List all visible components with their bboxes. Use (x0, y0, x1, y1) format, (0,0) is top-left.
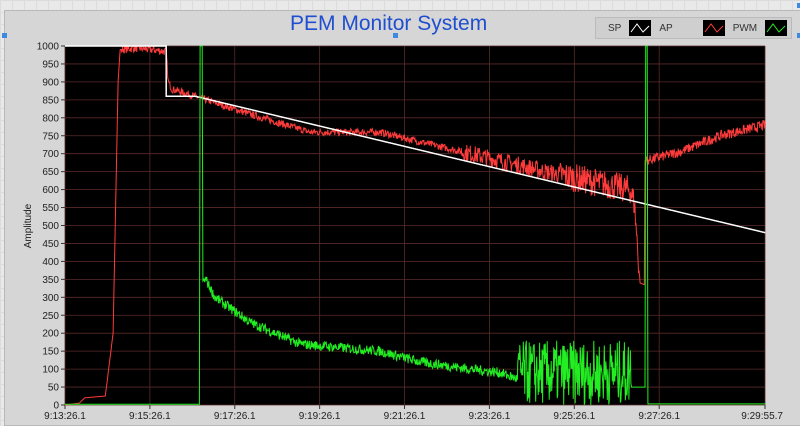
y-tick-label: 550 (42, 203, 59, 214)
y-tick-label: 850 (42, 95, 59, 106)
x-tick-label: 9:25:26.1 (553, 411, 595, 422)
y-tick-label: 950 (42, 59, 59, 70)
plot-area: 0 50 100 150 200 250 300 350 400 450 500 550 600 650 7… (23, 42, 783, 423)
y-tick-label: 0 (53, 401, 59, 412)
y-tick-label: 250 (42, 311, 59, 322)
y-tick-label: 1000 (37, 42, 60, 53)
y-tick-label: 50 (48, 383, 60, 394)
y-tick-label: 900 (42, 77, 59, 88)
y-tick-label: 150 (42, 347, 59, 358)
y-tick-label: 350 (42, 275, 59, 286)
y-tick-label: 750 (42, 131, 59, 142)
y-tick-label: 500 (42, 221, 59, 232)
x-tick-label: 9:29:55.7 (741, 411, 783, 422)
x-tick-label: 9:19:26.1 (299, 411, 341, 422)
y-tick-label: 200 (42, 329, 59, 340)
y-tick-label: 800 (42, 113, 59, 124)
y-tick-label: 700 (42, 149, 59, 160)
y-tick-label: 300 (42, 293, 59, 304)
y-tick-label: 100 (42, 365, 59, 376)
x-tick-label: 9:23:26.1 (469, 411, 511, 422)
x-tick-label: 9:21:26.1 (384, 411, 426, 422)
y-tick-label: 400 (42, 257, 59, 268)
x-tick-label: 9:15:26.1 (129, 411, 171, 422)
y-axis-label: Amplitude (23, 203, 34, 248)
x-tick-label: 9:13:26.1 (44, 411, 86, 422)
y-tick-label: 600 (42, 185, 59, 196)
x-tick-label: 9:17:26.1 (214, 411, 256, 422)
y-tick-label: 450 (42, 239, 59, 250)
y-tick-label: 650 (42, 167, 59, 178)
x-tick-label: 9:27:26.1 (638, 411, 680, 422)
